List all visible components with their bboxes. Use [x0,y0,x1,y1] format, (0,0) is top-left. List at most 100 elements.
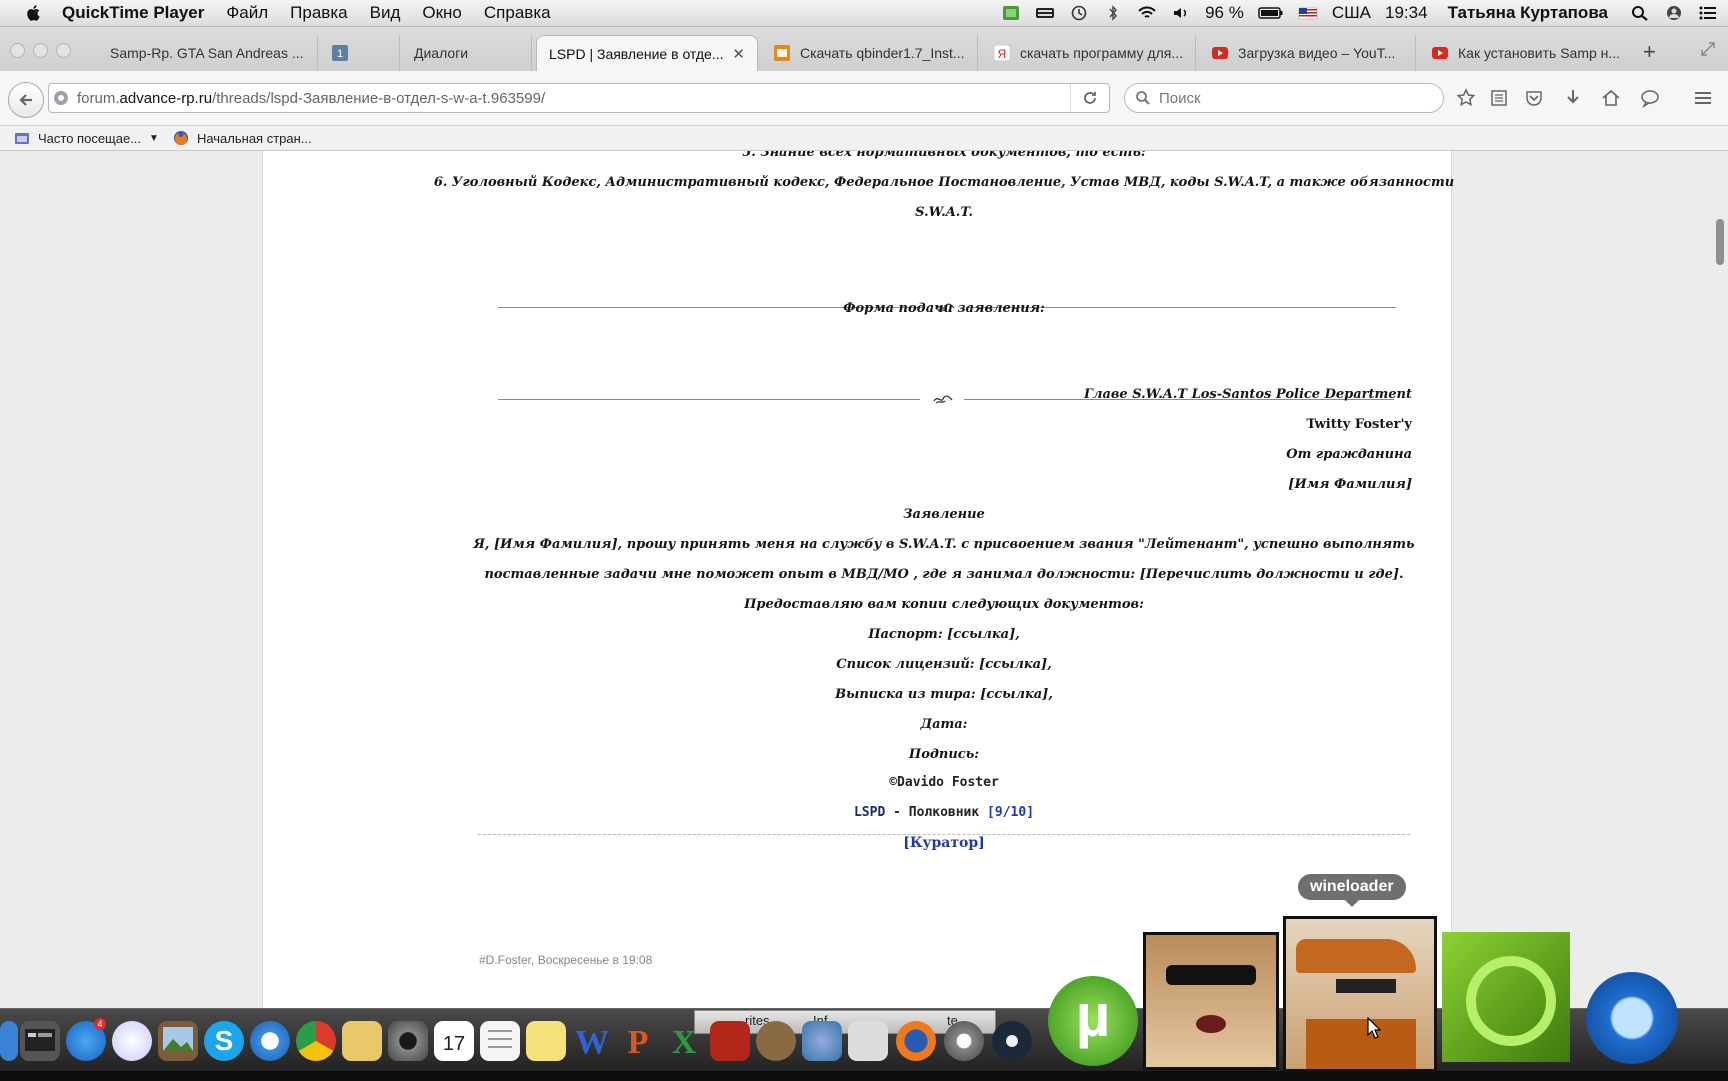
post-meta[interactable]: #D.Foster, Воскресенье в 19:08 [479,953,652,967]
tab-youtube-samp[interactable]: Как установить Samp н... [1420,35,1636,71]
notes-icon[interactable] [526,1021,566,1061]
youtube-favicon-icon [1212,47,1228,59]
wineloader-icon[interactable] [1283,916,1437,1072]
document-licenses: Список лицензий: [ссылка], [836,657,1052,672]
addressee-line-2: Twitty Foster'y [1306,417,1412,432]
fullscreen-icon[interactable] [1700,41,1716,57]
bookmarks-list-icon[interactable] [1489,88,1509,108]
tab-youtube-upload[interactable]: Загрузка видео – YouT... [1200,35,1416,71]
user-account-icon[interactable] [1664,5,1684,21]
apple-icon[interactable] [24,3,44,23]
us-flag-icon[interactable] [1298,5,1318,21]
menu-view[interactable]: Вид [370,3,401,23]
keyboard-status-icon[interactable] [1035,5,1055,21]
quicktime-icon[interactable] [1586,972,1678,1064]
safari-icon[interactable] [250,1021,290,1061]
notification-center-icon[interactable] [1698,5,1718,21]
signature-field: Подпись: [908,747,980,762]
document-passport: Паспорт: [ссылка], [868,627,1020,642]
divider-left [498,399,920,400]
pocket-icon[interactable] [1524,88,1544,108]
word-icon[interactable]: W [572,1021,612,1061]
dock-tooltip: wineloader [1298,874,1406,907]
qbinder-icon[interactable] [1442,932,1570,1062]
statement-body-2: поставленные задачи мне поможет опыт в М… [484,567,1404,582]
powerpoint-icon[interactable]: P [618,1021,658,1061]
window-close-button[interactable] [10,43,25,58]
system-preferences-icon[interactable] [20,1021,60,1061]
tab-qbinder[interactable]: Скачать qbinder1.7_Inst... [762,35,978,71]
reminders-icon[interactable] [480,1021,520,1061]
downloads-icon[interactable] [1563,88,1583,108]
folder-icon [15,133,29,144]
tab-samp-rp[interactable]: Samp-Rp. GTA San Andreas ... [98,35,318,71]
cap-shape [1296,939,1416,973]
chat-icon[interactable] [1640,88,1660,108]
url-host: advance-rp.ru [119,89,213,107]
tab-lspd-active[interactable]: LSPD | Заявление в отде... ✕ [536,35,758,71]
skype-icon[interactable]: S [204,1021,244,1061]
addressee-line-1: Главе S.W.A.T Los-Santos Police Departme… [1083,387,1412,402]
automator-icon[interactable] [756,1021,796,1061]
utorrent-icon[interactable]: µ [1048,976,1138,1066]
bookmark-star-icon[interactable] [1456,88,1476,108]
bookmark-most-visited[interactable]: Часто посещае... ▼ [14,130,159,146]
user-name[interactable]: Татьяна Куртапова [1448,3,1608,23]
new-tab-button[interactable]: + [1643,39,1656,65]
youtube-favicon-icon [1432,47,1448,59]
iphoto-icon[interactable] [158,1021,198,1061]
address-bar[interactable]: forum. advance-rp.ru/threads/lspd-Заявлен… [48,83,1110,113]
excel-icon[interactable]: X [664,1021,704,1061]
search-placeholder: Поиск [1159,89,1201,107]
signature-rank-number: [9/10] [987,805,1035,820]
clock[interactable]: 19:34 [1385,3,1428,23]
chrome-icon[interactable] [296,1021,336,1061]
green-app-status-icon[interactable] [1001,5,1021,21]
photo-booth-icon[interactable] [710,1021,750,1061]
preview-icon[interactable] [848,1021,888,1061]
firefox-dock-icon[interactable] [896,1021,936,1061]
menu-help[interactable]: Справка [484,3,551,23]
contacts-icon[interactable] [342,1021,382,1061]
battery-icon[interactable] [1258,5,1284,21]
menu-file[interactable]: Файл [226,3,268,23]
tab-title: Загрузка видео – YouT... [1238,45,1396,61]
home-icon[interactable] [1601,88,1621,108]
svg-text:1: 1 [337,48,343,60]
menu-window[interactable]: Окно [422,3,462,23]
calendar-icon[interactable]: 17 [434,1021,474,1061]
menu-edit[interactable]: Правка [290,3,347,23]
app-name-menu[interactable]: QuickTime Player [62,3,204,23]
gpu-monitor-icon[interactable] [944,1021,984,1061]
hamburger-menu-icon[interactable] [1693,88,1713,108]
facetime-camera-icon[interactable] [388,1021,428,1061]
bookmark-start-page[interactable]: Начальная стран... [173,130,312,146]
site-identity-icon[interactable] [53,90,69,106]
tab-vk[interactable]: 1 [320,35,400,71]
finder-icon[interactable] [0,1021,18,1061]
tab-close-icon[interactable]: ✕ [732,45,745,63]
wifi-icon[interactable] [1137,5,1157,21]
time-machine-icon[interactable] [1069,5,1089,21]
page-scrollbar[interactable] [1716,219,1724,265]
tab-yandex[interactable]: Я скачать программу для... [982,35,1196,71]
window-minimize-button[interactable] [33,43,48,58]
volume-icon[interactable] [1171,5,1191,21]
itunes-icon[interactable] [112,1021,152,1061]
messenger-icon[interactable] [802,1021,842,1061]
bluetooth-icon[interactable] [1103,5,1123,21]
bookmark-label: Начальная стран... [196,130,312,146]
back-button[interactable] [8,82,44,118]
search-input[interactable]: Поиск [1124,83,1444,113]
gta-sa-character-icon[interactable] [1143,932,1279,1070]
tab-dialogs[interactable]: Диалоги [402,35,532,71]
tab-title: Диалоги [414,45,469,61]
spotlight-search-icon[interactable] [1630,5,1650,21]
mouse-cursor-icon [1367,1017,1381,1039]
reload-button[interactable] [1070,84,1109,112]
input-source-label[interactable]: США [1332,3,1371,23]
steam-icon[interactable] [992,1021,1032,1061]
q-ring-shape [1466,956,1556,1046]
chevron-down-icon: ▼ [149,132,159,144]
window-zoom-button[interactable] [56,43,71,58]
